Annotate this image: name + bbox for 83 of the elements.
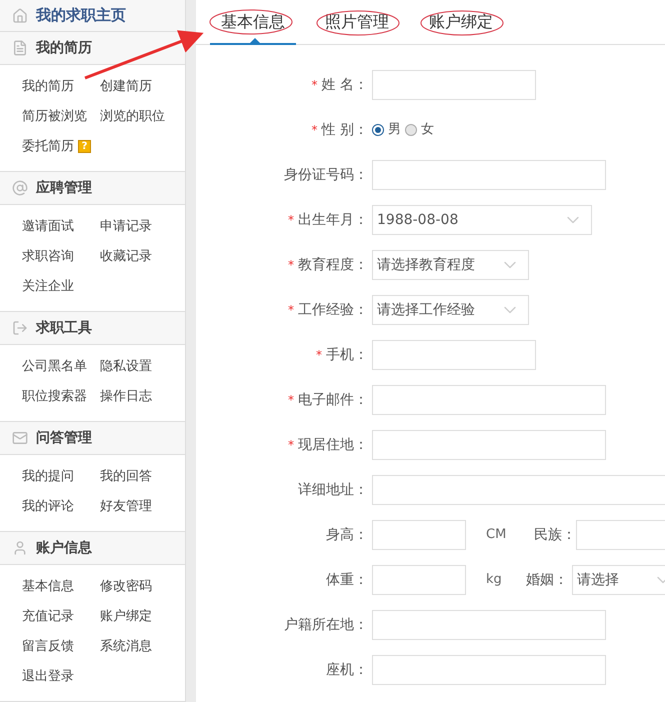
sidebar-link[interactable]: 申请记录 (100, 216, 152, 237)
section-header: 账户信息 (36, 538, 92, 558)
text-field[interactable] (372, 340, 536, 370)
sidebar-link[interactable]: 简历被浏览 (22, 106, 87, 127)
at-sign-icon (12, 180, 28, 196)
section-header: 我的简历 (36, 38, 92, 58)
field-label: 身高： (326, 526, 368, 544)
envelope-icon (12, 430, 28, 446)
tab[interactable]: 照片管理 (314, 1, 400, 45)
sidebar-link[interactable]: 基本信息 (22, 576, 74, 597)
radio-option[interactable]: 男 (372, 120, 401, 140)
field-label: 现居住地： (298, 436, 368, 454)
tab[interactable]: 账户绑定 (418, 1, 504, 45)
required-asterisk: * (312, 122, 318, 139)
required-asterisk: * (288, 437, 294, 454)
tab[interactable]: 基本信息 (210, 1, 296, 45)
required-asterisk: * (316, 347, 322, 364)
sidebar-link[interactable]: 修改密码 (100, 576, 152, 597)
sidebar-link[interactable]: 操作日志 (100, 386, 152, 407)
sidebar-link[interactable]: 浏览的职位 (100, 106, 165, 127)
select-field[interactable]: 请选择教育程度 (372, 250, 529, 280)
sidebar-link[interactable]: 关注企业 (22, 276, 74, 297)
text-field[interactable] (372, 385, 606, 415)
field-label: 姓 名： (322, 76, 368, 94)
sidebar-link[interactable]: 充值记录 (22, 606, 74, 627)
text-field[interactable] (372, 160, 606, 190)
radio-option[interactable]: 女 (405, 120, 434, 140)
section-header: 问答管理 (36, 428, 92, 448)
sidebar-link[interactable]: 留言反馈 (22, 636, 74, 657)
text-field[interactable] (576, 520, 665, 550)
sidebar-link[interactable]: 退出登录 (22, 666, 74, 687)
field-label: 民族： (534, 526, 576, 544)
sidebar-link[interactable]: 隐私设置 (100, 356, 152, 377)
sidebar-link[interactable]: 收藏记录 (100, 246, 152, 267)
document-icon (12, 40, 28, 56)
select-field[interactable]: 请选择 (572, 565, 665, 595)
text-field[interactable] (372, 565, 466, 595)
unit-label: CM (486, 526, 508, 544)
field-label: 婚姻： (526, 570, 568, 590)
field-label: 工作经验： (298, 300, 368, 320)
sidebar-link[interactable]: 我的简历 (22, 76, 74, 97)
section-header: 应聘管理 (36, 178, 92, 198)
field-label: 身份证号码： (284, 166, 368, 184)
field-label: 教育程度： (298, 256, 368, 274)
user-icon (12, 540, 28, 556)
sidebar-link[interactable]: 委托简历 (22, 136, 74, 157)
sidebar-link[interactable]: 我的提问 (22, 466, 74, 487)
sidebar-link[interactable]: 创建简历 (100, 76, 152, 97)
required-asterisk: * (288, 212, 294, 229)
required-asterisk: * (288, 392, 294, 409)
field-label: 性 别： (322, 120, 368, 140)
field-label: 出生年月： (298, 210, 368, 230)
field-label: 手机： (326, 346, 368, 364)
home-icon (12, 8, 28, 24)
help-badge: ? (78, 140, 91, 153)
sidebar-link[interactable]: 我的回答 (100, 466, 152, 487)
required-asterisk: * (288, 302, 294, 319)
field-label: 体重： (326, 570, 368, 590)
section-header: 求职工具 (36, 318, 92, 338)
sidebar-link[interactable]: 求职咨询 (22, 246, 74, 267)
field-label: 座机： (326, 660, 368, 680)
sidebar-link[interactable]: 公司黑名单 (22, 356, 87, 377)
text-field[interactable] (372, 475, 665, 505)
sidebar-link[interactable]: 好友管理 (100, 496, 152, 517)
select-field[interactable]: 请选择工作经验 (372, 295, 529, 325)
sidebar-link[interactable]: 我的评论 (22, 496, 74, 517)
exit-icon (12, 320, 28, 336)
required-asterisk: * (288, 257, 294, 274)
sidebar-link[interactable]: 系统消息 (100, 636, 152, 657)
sidebar-link[interactable]: 职位搜索器 (22, 386, 87, 407)
text-field[interactable] (372, 520, 466, 550)
unit-label: kg (486, 571, 503, 590)
sidebar-link[interactable]: 邀请面试 (22, 216, 74, 237)
text-field[interactable] (372, 610, 606, 640)
field-label: 户籍所在地： (284, 616, 368, 634)
text-field[interactable] (372, 430, 606, 460)
text-field[interactable] (372, 70, 536, 100)
required-asterisk: * (312, 77, 318, 94)
sidebar-link[interactable]: 账户绑定 (100, 606, 152, 627)
field-label: 详细地址： (298, 480, 368, 500)
text-field[interactable] (372, 655, 606, 685)
field-label: 电子邮件： (298, 390, 368, 410)
select-field[interactable]: 1988-08-08 (372, 205, 592, 235)
